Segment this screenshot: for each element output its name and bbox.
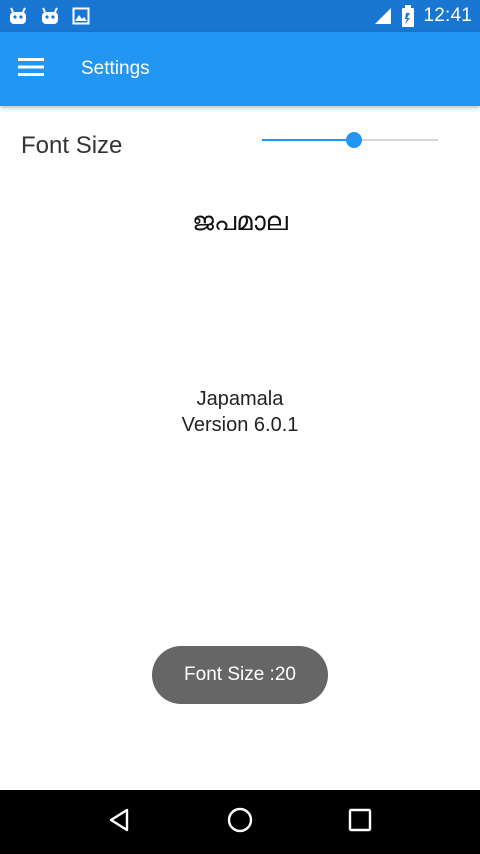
status-bar: 12:41 — [0, 0, 480, 32]
recents-icon — [348, 808, 372, 837]
android-icon — [40, 7, 60, 25]
font-size-setting: Font Size — [0, 120, 480, 176]
slider-fill — [262, 139, 354, 141]
battery-icon — [401, 5, 415, 27]
slider-thumb[interactable] — [346, 132, 362, 148]
android-icon — [8, 7, 28, 25]
home-button[interactable] — [210, 792, 270, 852]
hamburger-icon — [18, 57, 44, 82]
toast-message: Font Size :20 — [152, 646, 328, 704]
app-version: Version 6.0.1 — [181, 414, 299, 436]
page-title: Settings — [81, 58, 150, 79]
app-bar: Settings — [0, 32, 480, 106]
status-time: 12:41 — [423, 5, 472, 26]
home-icon — [226, 806, 254, 839]
app-name: Japamala — [196, 388, 284, 410]
app-info: Japamala Version 6.0.1 — [0, 386, 480, 438]
signal-icon — [373, 6, 393, 26]
notification-icons — [8, 7, 90, 25]
app-title-malayalam: ജപമാല — [192, 206, 288, 236]
navigation-bar — [0, 790, 480, 854]
recents-button[interactable] — [330, 792, 390, 852]
back-icon — [107, 807, 133, 838]
back-button[interactable] — [90, 792, 150, 852]
font-size-slider[interactable] — [262, 128, 438, 152]
menu-button[interactable] — [0, 32, 74, 106]
font-size-label: Font Size — [21, 132, 123, 159]
image-icon — [72, 7, 90, 25]
settings-screen: 12:41 Settings Font Size ജപമാല Japamala … — [0, 0, 480, 854]
